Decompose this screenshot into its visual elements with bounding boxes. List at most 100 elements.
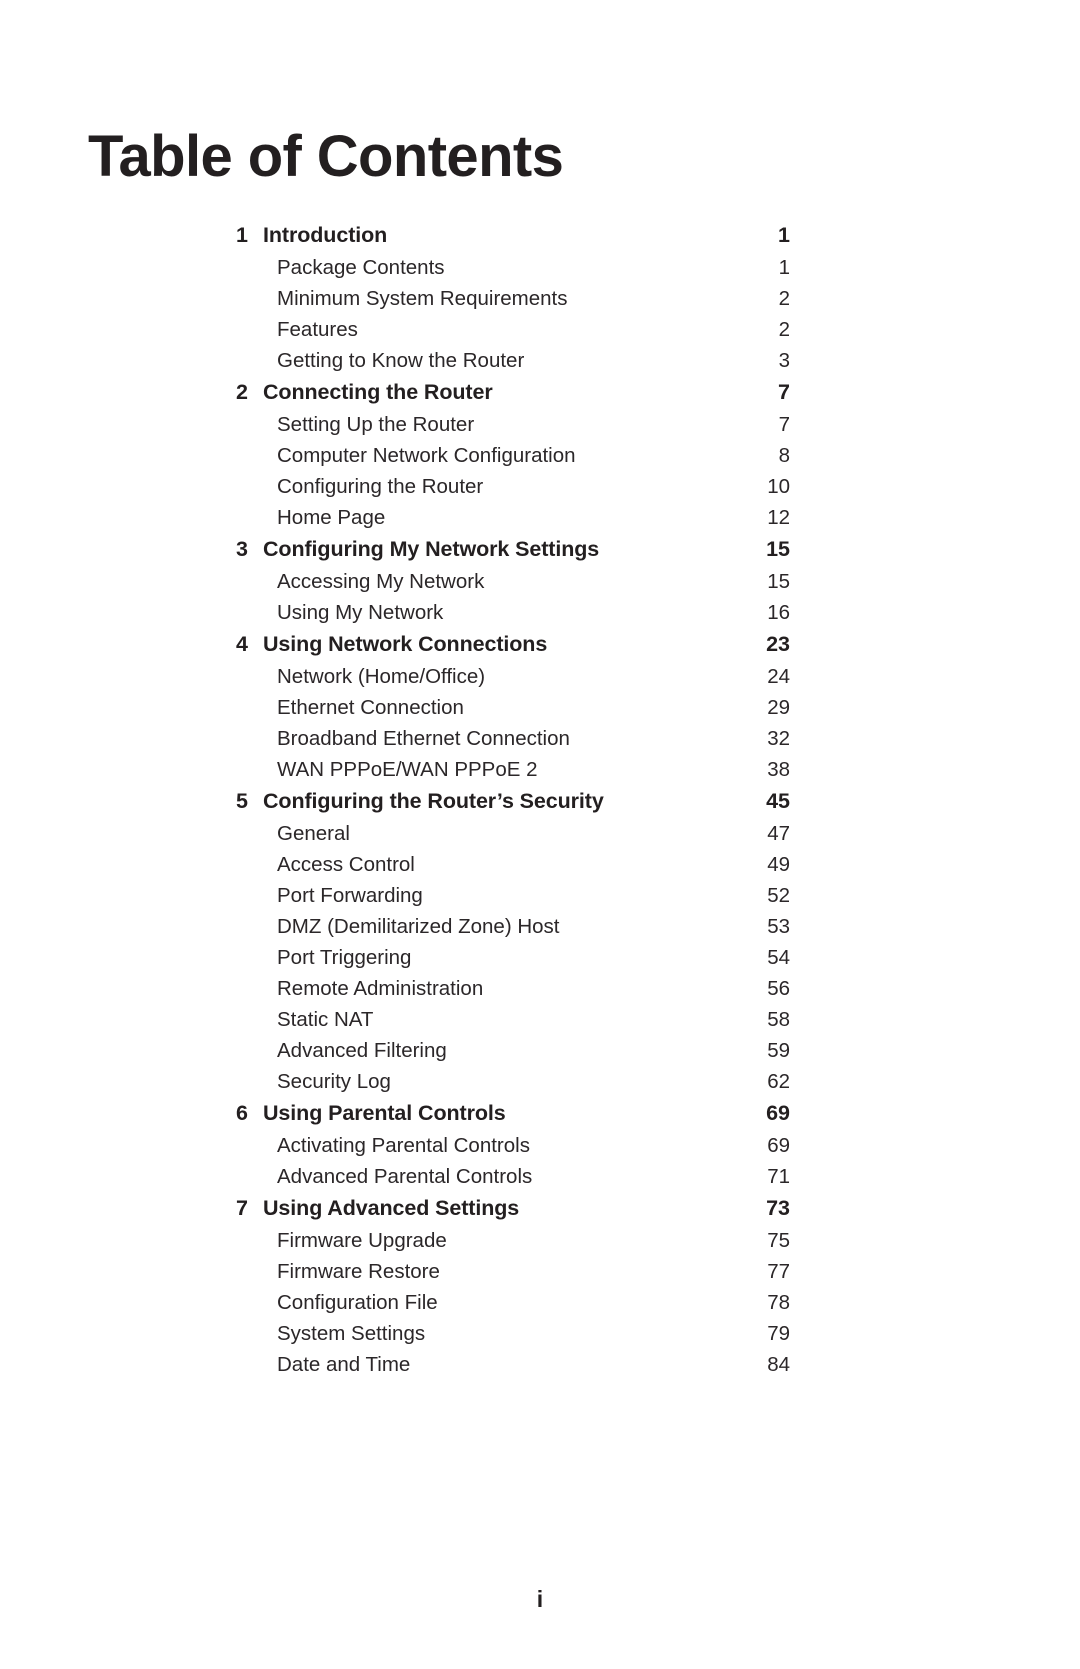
toc-page-number: 59	[767, 1039, 790, 1062]
toc-page-number: 10	[767, 475, 790, 498]
toc-page-number: 16	[767, 601, 790, 624]
toc-section-row[interactable]: Home Page 12	[0, 502, 1080, 533]
toc-page-number: 69	[766, 1101, 790, 1125]
toc-section-row[interactable]: WAN PPPoE/WAN PPPoE 2 38	[0, 754, 1080, 785]
toc-page-number: 75	[767, 1229, 790, 1252]
toc-section-row[interactable]: Ethernet Connection 29	[0, 692, 1080, 723]
toc-section-row[interactable]: Features 2	[0, 314, 1080, 345]
toc-page-number: 23	[766, 632, 790, 656]
toc-chapter-row[interactable]: 4 Using Network Connections 23	[0, 628, 1080, 661]
toc-entry-label: Port Forwarding	[277, 884, 423, 907]
toc-section-row[interactable]: DMZ (Demilitarized Zone) Host 53	[0, 911, 1080, 942]
page-title: Table of Contents	[88, 123, 564, 189]
toc-entry-label: Using My Network	[277, 601, 444, 624]
toc-chapter-row[interactable]: 1 Introduction 1	[0, 219, 1080, 252]
toc-chapter-row[interactable]: 6 Using Parental Controls 69	[0, 1097, 1080, 1130]
toc-section-row[interactable]: Getting to Know the Router 3	[0, 345, 1080, 376]
toc-chapter-row[interactable]: 5 Configuring the Router’s Security 45	[0, 785, 1080, 818]
toc-section-row[interactable]: Activating Parental Controls 69	[0, 1130, 1080, 1161]
toc-section-row[interactable]: Remote Administration 56	[0, 973, 1080, 1004]
toc-page-number: 1	[778, 256, 790, 279]
toc-chapter-row[interactable]: 7 Using Advanced Settings 73	[0, 1192, 1080, 1225]
toc-section-row[interactable]: Advanced Filtering 59	[0, 1035, 1080, 1066]
toc-entry-label: Activating Parental Controls	[277, 1134, 530, 1157]
toc-entry-label: Using Parental Controls	[263, 1101, 506, 1125]
toc-entry-label: Network (Home/Office)	[277, 665, 486, 688]
toc-chapter-number: 6	[236, 1101, 248, 1125]
toc-section-row[interactable]: Package Contents 1	[0, 252, 1080, 283]
toc-entry-label: Advanced Parental Controls	[277, 1165, 533, 1188]
toc-section-row[interactable]: Static NAT 58	[0, 1004, 1080, 1035]
toc-chapter-number: 5	[236, 789, 248, 813]
toc-entry-label: Firmware Restore	[277, 1260, 440, 1283]
toc-section-row[interactable]: Network (Home/Office) 24	[0, 661, 1080, 692]
toc-section-row[interactable]: Advanced Parental Controls 71	[0, 1161, 1080, 1192]
toc-entry-label: System Settings	[277, 1322, 426, 1345]
toc-page-number: 53	[767, 915, 790, 938]
toc-entry-label: Getting to Know the Router	[277, 349, 525, 372]
toc-entry-label: WAN PPPoE/WAN PPPoE 2	[277, 758, 538, 781]
toc-section-row[interactable]: Access Control 49	[0, 849, 1080, 880]
toc-page-number: 52	[767, 884, 790, 907]
toc-entry-label: Configuring the Router	[277, 475, 484, 498]
toc-section-row[interactable]: Security Log 62	[0, 1066, 1080, 1097]
toc-page-number: 79	[767, 1322, 790, 1345]
toc-entry-label: Static NAT	[277, 1008, 374, 1031]
toc-section-row[interactable]: System Settings 79	[0, 1318, 1080, 1349]
toc-entry-label: Using Network Connections	[263, 632, 548, 656]
page-folio: i	[536, 1586, 544, 1612]
toc-entry-label: Features	[277, 318, 358, 341]
toc-page-number: 1	[778, 223, 790, 247]
toc-entry-label: Port Triggering	[277, 946, 412, 969]
toc-entry-label: Accessing My Network	[277, 570, 485, 593]
toc-section-row[interactable]: Setting Up the Router 7	[0, 409, 1080, 440]
toc-entry-label: Date and Time	[277, 1353, 411, 1376]
toc-chapter-number: 3	[236, 537, 248, 561]
toc-entry-label: Computer Network Configuration	[277, 444, 576, 467]
toc-page-number: 7	[778, 380, 790, 404]
toc-section-row[interactable]: Firmware Restore 77	[0, 1256, 1080, 1287]
toc-page-number: 71	[767, 1165, 790, 1188]
toc-section-row[interactable]: Using My Network 16	[0, 597, 1080, 628]
toc-section-row[interactable]: General 47	[0, 818, 1080, 849]
toc-chapter-row[interactable]: 2 Connecting the Router 7	[0, 376, 1080, 409]
toc-section-row[interactable]: Broadband Ethernet Connection 32	[0, 723, 1080, 754]
toc-entry-label: Connecting the Router	[263, 380, 493, 404]
toc-page-number: 56	[767, 977, 790, 1000]
toc-entry-label: Ethernet Connection	[277, 696, 464, 719]
toc-entry-label: Broadband Ethernet Connection	[277, 727, 570, 750]
toc-section-row[interactable]: Firmware Upgrade 75	[0, 1225, 1080, 1256]
toc-entry-label: Configuring the Router’s Security	[263, 789, 604, 813]
toc-entry-label: Package Contents	[277, 256, 445, 279]
toc-section-row[interactable]: Computer Network Configuration 8	[0, 440, 1080, 471]
toc-page-number: 62	[767, 1070, 790, 1093]
toc-section-row[interactable]: Port Forwarding 52	[0, 880, 1080, 911]
toc-chapter-row[interactable]: 3 Configuring My Network Settings 15	[0, 533, 1080, 566]
toc-page-number: 45	[766, 789, 790, 813]
toc-section-row[interactable]: Configuration File 78	[0, 1287, 1080, 1318]
toc-chapter-number: 2	[236, 380, 248, 404]
toc-page-number: 49	[767, 853, 790, 876]
toc-page-number: 32	[767, 727, 790, 750]
toc-entry-label: Configuring My Network Settings	[263, 537, 600, 561]
toc-section-row[interactable]: Configuring the Router 10	[0, 471, 1080, 502]
toc-page-number: 78	[767, 1291, 790, 1314]
toc-section-row[interactable]: Minimum System Requirements 2	[0, 283, 1080, 314]
toc-page-number: 7	[778, 413, 790, 436]
toc-section-row[interactable]: Port Triggering 54	[0, 942, 1080, 973]
toc-page-number: 38	[767, 758, 790, 781]
toc-chapter-number: 1	[236, 223, 248, 247]
toc-chapter-number: 7	[236, 1196, 248, 1220]
toc-page-number: 77	[767, 1260, 790, 1283]
toc-entry-label: Setting Up the Router	[277, 413, 475, 436]
toc-entry-label: Firmware Upgrade	[277, 1229, 447, 1252]
toc-page-number: 2	[778, 287, 790, 310]
toc-entry-label: Home Page	[277, 506, 386, 529]
toc-section-row[interactable]: Accessing My Network 15	[0, 566, 1080, 597]
toc-page-number: 58	[767, 1008, 790, 1031]
toc-section-row[interactable]: Date and Time 84	[0, 1349, 1080, 1380]
toc-entry-label: Configuration File	[277, 1291, 438, 1314]
toc-page-number: 2	[778, 318, 790, 341]
toc-page-number: 84	[767, 1353, 790, 1376]
toc-entry-label: Security Log	[277, 1070, 391, 1093]
